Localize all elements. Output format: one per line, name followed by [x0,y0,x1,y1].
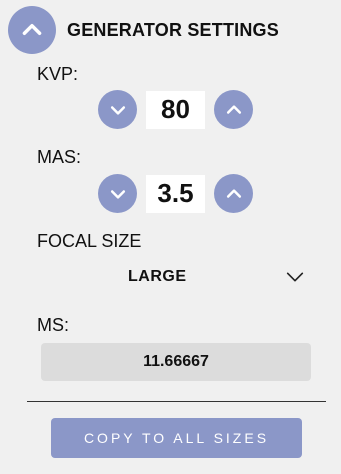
kvp-increment-button[interactable] [214,90,253,129]
focal-size-select[interactable]: LARGE [128,262,306,292]
collapse-button[interactable] [8,6,56,54]
chevron-up-icon [22,23,42,35]
ms-label: MS: [37,315,70,335]
mas-decrement-button[interactable] [98,174,137,213]
chevron-up-icon [226,104,241,114]
chevron-down-icon [286,272,304,282]
mas-stepper: 3.5 [98,174,253,213]
chevron-down-icon [110,105,125,115]
chevron-down-icon [110,189,125,199]
mas-label: MAS: [37,147,82,167]
copy-to-all-sizes-button[interactable]: COPY TO ALL SIZES [51,418,302,458]
mas-increment-button[interactable] [214,174,253,213]
section-divider [27,401,326,402]
focal-size-label: FOCAL SIZE [37,231,142,251]
kvp-label: KVP: [37,64,79,84]
kvp-stepper: 80 [98,90,253,129]
panel-title: GENERATOR SETTINGS [67,19,279,40]
mas-value[interactable]: 3.5 [146,174,205,213]
kvp-value[interactable]: 80 [146,90,205,129]
panel-header: GENERATOR SETTINGS [8,6,279,54]
generator-settings-panel: GENERATOR SETTINGS KVP: 80 MAS: 3.5 FOCA… [0,0,341,474]
kvp-decrement-button[interactable] [98,90,137,129]
focal-size-value: LARGE [128,268,187,285]
ms-value: 11.66667 [41,343,311,381]
chevron-up-icon [226,188,241,198]
